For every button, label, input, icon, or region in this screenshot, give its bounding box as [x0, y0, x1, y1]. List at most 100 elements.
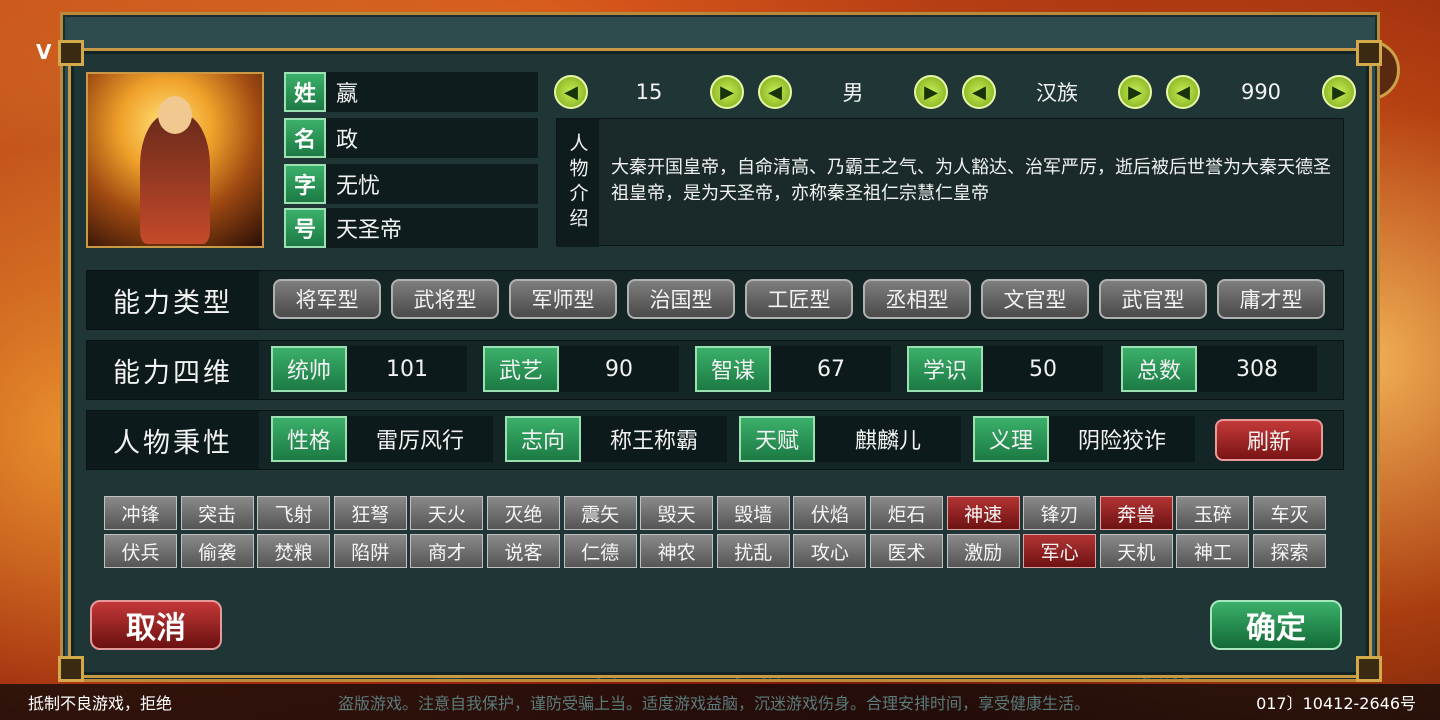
skill-button[interactable]: 毁天 [640, 496, 714, 530]
number-selector: ◀ 990 ▶ [1166, 72, 1356, 112]
footer-license-text: 017〕10412-2646号 [1256, 694, 1416, 713]
cancel-button[interactable]: 取消 [90, 600, 222, 650]
trait-value[interactable]: 雷厉风行 [347, 416, 493, 462]
skill-button[interactable]: 伏焰 [793, 496, 867, 530]
skill-button[interactable]: 陷阱 [333, 534, 407, 568]
skill-button[interactable]: 炬石 [870, 496, 943, 530]
skill-button[interactable]: 神速 [946, 496, 1020, 530]
stat-tag: 智谋 [695, 346, 771, 392]
stat-value[interactable]: 90 [559, 346, 679, 392]
stat-tag: 武艺 [483, 346, 559, 392]
biography-box[interactable]: 人物介绍 大秦开国皇帝，自命清高、乃霸王之气、为人豁达、治军严厉，逝后被后世誉为… [556, 118, 1344, 247]
skill-button[interactable]: 神工 [1176, 534, 1250, 568]
ability-type-option[interactable]: 工匠型 [745, 279, 853, 319]
ability-type-option[interactable]: 丞相型 [863, 279, 971, 319]
prev-arrow-icon[interactable]: ◀ [554, 75, 588, 109]
next-arrow-icon[interactable]: ▶ [1118, 75, 1152, 109]
skill-button[interactable]: 震矢 [563, 496, 637, 530]
given-name-field[interactable]: 名 政 [284, 118, 538, 158]
surname-field[interactable]: 姓 嬴 [284, 72, 538, 112]
courtesy-name-tag: 字 [284, 164, 326, 204]
version-label: V [36, 40, 52, 64]
stat-total-value: 308 [1197, 346, 1317, 392]
given-name-tag: 名 [284, 118, 326, 158]
skill-button[interactable]: 激励 [946, 534, 1020, 568]
stats-row: 能力四维 统帅 101 武艺 90 智谋 67 学识 50 总数 308 [86, 340, 1344, 400]
skill-button[interactable]: 商才 [410, 534, 484, 568]
trait-value[interactable]: 麒麟儿 [815, 416, 961, 462]
trait-tag: 志向 [505, 416, 581, 462]
stat-value[interactable]: 101 [347, 346, 467, 392]
footer-left-text: 抵制不良游戏，拒绝 [28, 694, 173, 713]
skill-button[interactable]: 突击 [180, 496, 254, 530]
ability-type-option[interactable]: 将军型 [273, 279, 381, 319]
title-value[interactable]: 天圣帝 [326, 208, 538, 248]
given-name-value[interactable]: 政 [326, 118, 538, 158]
trait-value[interactable]: 阴险狡诈 [1049, 416, 1195, 462]
skill-button[interactable]: 攻心 [793, 534, 867, 568]
trait-tag: 性格 [271, 416, 347, 462]
portrait-head [158, 96, 192, 134]
character-portrait[interactable] [86, 72, 264, 248]
age-value: 15 [635, 80, 663, 104]
ability-type-row: 能力类型 将军型 武将型 军师型 治国型 工匠型 丞相型 文官型 武官型 庸才型 [86, 270, 1344, 330]
skill-button[interactable]: 仁德 [563, 534, 637, 568]
skill-button[interactable]: 焚粮 [257, 534, 331, 568]
stat-tag: 总数 [1121, 346, 1197, 392]
skill-button[interactable]: 天机 [1099, 534, 1173, 568]
skill-button[interactable]: 飞射 [257, 496, 331, 530]
next-arrow-icon[interactable]: ▶ [914, 75, 948, 109]
skill-button[interactable]: 狂弩 [333, 496, 407, 530]
frame-corner-icon [1356, 656, 1382, 682]
ability-type-option[interactable]: 军师型 [509, 279, 617, 319]
stat-tag: 学识 [907, 346, 983, 392]
skill-button[interactable]: 探索 [1253, 534, 1326, 568]
skill-button[interactable]: 扰乱 [716, 534, 790, 568]
trait-value[interactable]: 称王称霸 [581, 416, 727, 462]
footer-notice-text: 盗版游戏。注意自我保护，谨防受骗上当。适度游戏益脑，沉迷游戏伤身。合理安排时间，… [338, 694, 1091, 713]
trait-tag: 天赋 [739, 416, 815, 462]
surname-value[interactable]: 嬴 [326, 72, 538, 112]
ability-type-option[interactable]: 文官型 [981, 279, 1089, 319]
ability-type-option[interactable]: 武官型 [1099, 279, 1207, 319]
skill-button[interactable]: 天火 [410, 496, 484, 530]
frame-corner-icon [58, 656, 84, 682]
skill-button[interactable]: 奔兽 [1099, 496, 1173, 530]
skill-button[interactable]: 神农 [640, 534, 714, 568]
prev-arrow-icon[interactable]: ◀ [1166, 75, 1200, 109]
courtesy-name-field[interactable]: 字 无忧 [284, 164, 538, 204]
skill-button[interactable]: 医术 [870, 534, 943, 568]
skill-button[interactable]: 灭绝 [487, 496, 560, 530]
stat-value[interactable]: 67 [771, 346, 891, 392]
number-value: 990 [1240, 80, 1282, 104]
ability-type-option[interactable]: 庸才型 [1217, 279, 1325, 319]
stat-value[interactable]: 50 [983, 346, 1103, 392]
prev-arrow-icon[interactable]: ◀ [962, 75, 996, 109]
title-tag: 号 [284, 208, 326, 248]
skill-button[interactable]: 玉碎 [1176, 496, 1250, 530]
ability-type-option[interactable]: 治国型 [627, 279, 735, 319]
next-arrow-icon[interactable]: ▶ [710, 75, 744, 109]
ability-type-label: 能力类型 [87, 271, 259, 329]
skill-button[interactable]: 冲锋 [104, 496, 177, 530]
refresh-button[interactable]: 刷新 [1215, 419, 1323, 461]
ability-type-option[interactable]: 武将型 [391, 279, 499, 319]
skill-button[interactable]: 毁墙 [716, 496, 790, 530]
skill-button[interactable]: 偷袭 [180, 534, 254, 568]
skill-button[interactable]: 锋刃 [1023, 496, 1097, 530]
skill-button[interactable]: 伏兵 [104, 534, 177, 568]
next-arrow-icon[interactable]: ▶ [1322, 75, 1356, 109]
stats-label: 能力四维 [87, 341, 259, 399]
skill-button[interactable]: 军心 [1023, 534, 1097, 568]
biography-text[interactable]: 大秦开国皇帝，自命清高、乃霸王之气、为人豁达、治军严厉，逝后被后世誉为大秦天德圣… [611, 155, 1339, 207]
skill-button[interactable]: 说客 [487, 534, 560, 568]
trait-tag: 义理 [973, 416, 1049, 462]
stat-tag: 统帅 [271, 346, 347, 392]
skill-button[interactable]: 车灭 [1253, 496, 1326, 530]
prev-arrow-icon[interactable]: ◀ [758, 75, 792, 109]
confirm-button[interactable]: 确定 [1210, 600, 1342, 650]
title-field[interactable]: 号 天圣帝 [284, 208, 538, 248]
courtesy-name-value[interactable]: 无忧 [326, 164, 538, 204]
gender-value: 男 [842, 81, 864, 105]
frame-corner-icon [1356, 40, 1382, 66]
